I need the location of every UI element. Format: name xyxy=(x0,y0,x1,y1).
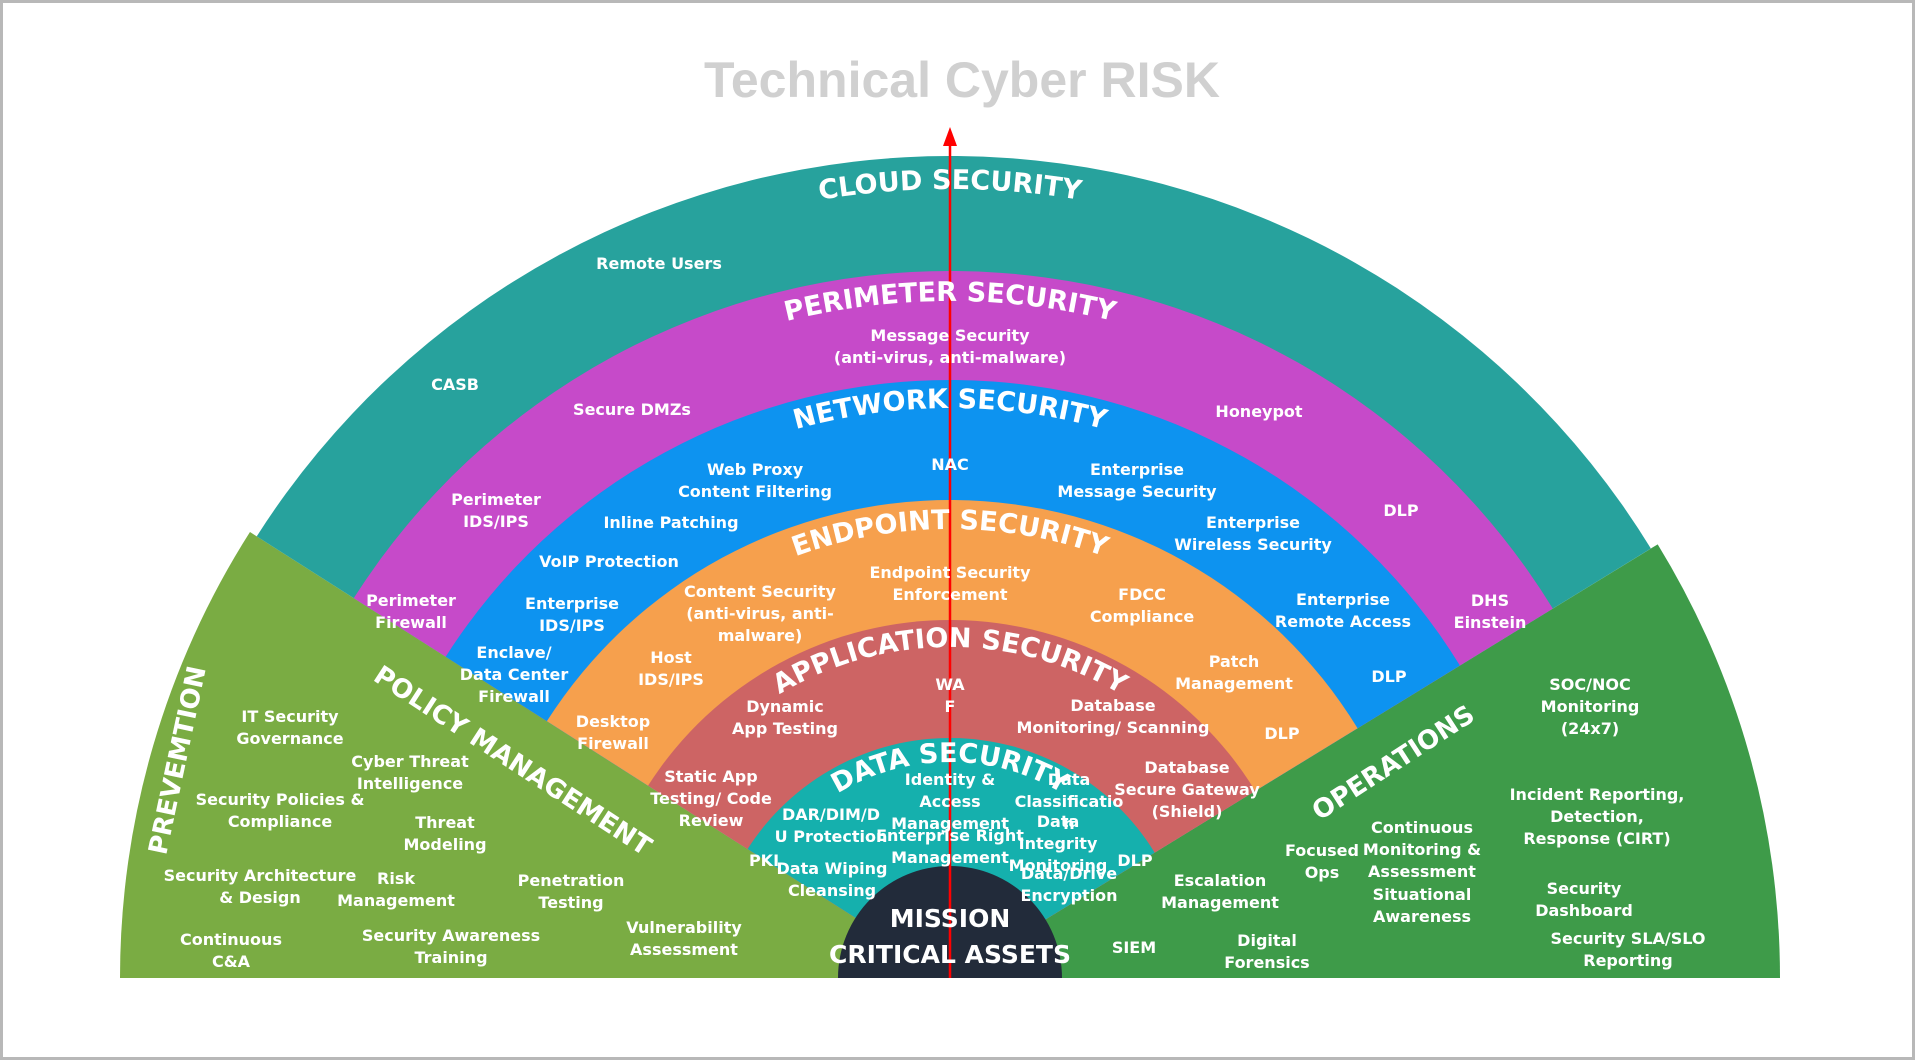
perimeter-item: DLP xyxy=(1383,501,1418,520)
network-item: NAC xyxy=(931,455,969,474)
operations-item: Continuous Monitoring & Assessment xyxy=(1363,818,1481,881)
endpoint-item: DLP xyxy=(1264,724,1299,743)
diagram-title: Technical Cyber RISK xyxy=(704,52,1220,108)
risk-arrow-head xyxy=(943,127,957,146)
operations-item: SIEM xyxy=(1112,938,1156,957)
network-item: VoIP Protection xyxy=(539,552,679,571)
core-label-line1: MISSION xyxy=(890,904,1011,933)
network-item: DLP xyxy=(1371,667,1406,686)
core-label-line2: CRITICAL ASSETS xyxy=(829,940,1071,969)
perimeter-item: Honeypot xyxy=(1215,402,1303,421)
data-item: PKI xyxy=(749,851,779,870)
network-item: Inline Patching xyxy=(603,513,738,532)
cloud-item: CASB xyxy=(431,375,479,394)
data-item: DLP xyxy=(1117,851,1152,870)
cyber-risk-diagram: Technical Cyber RISK CLOUD SECURITYPERIM… xyxy=(120,52,1780,979)
cloud-item: Remote Users xyxy=(596,254,722,273)
perimeter-item: Secure DMZs xyxy=(573,400,691,419)
